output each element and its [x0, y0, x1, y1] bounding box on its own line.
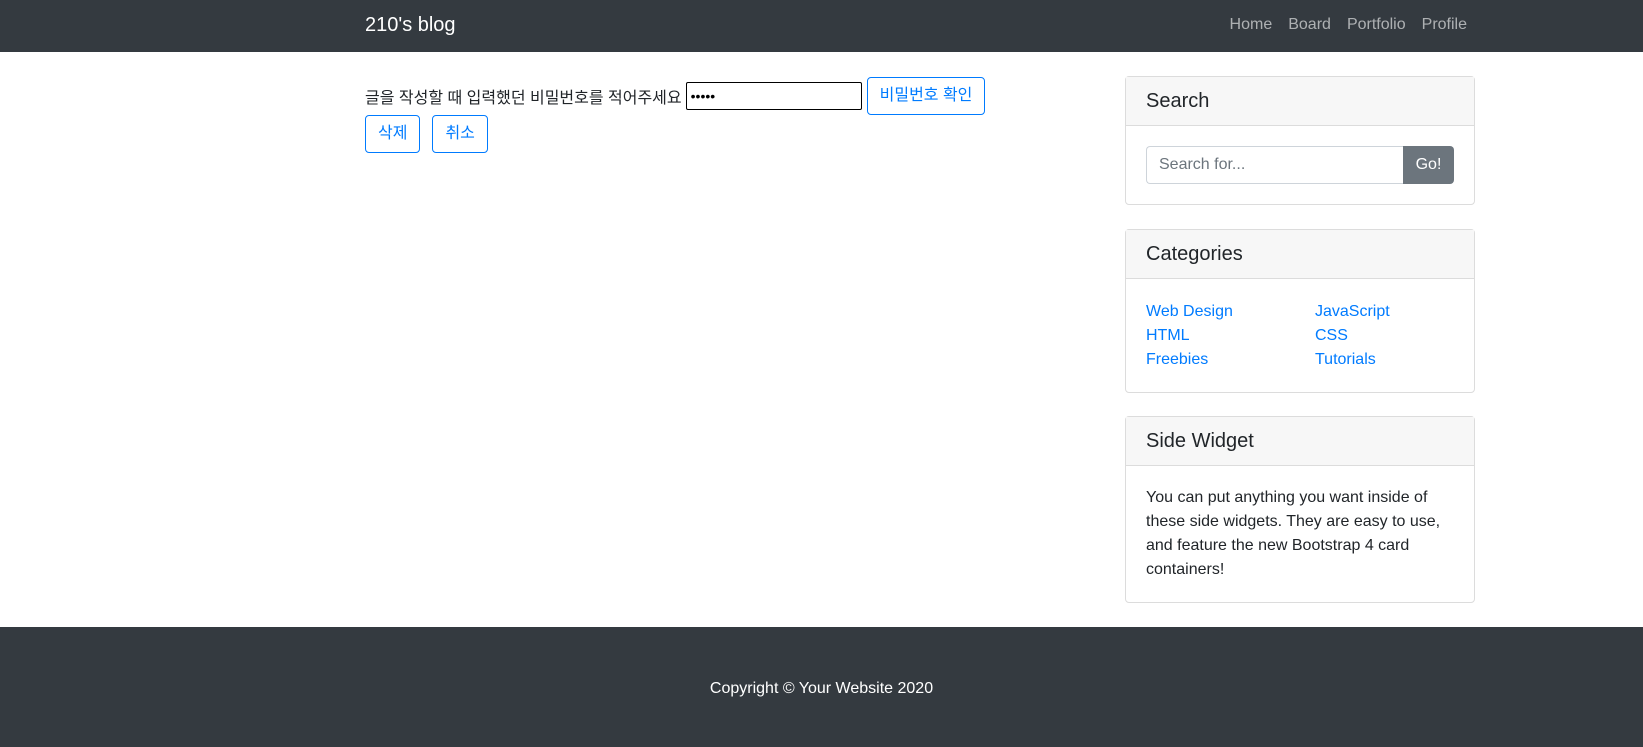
password-input[interactable] [685, 82, 862, 110]
nav-links: Home Board Portfolio Profile [1230, 14, 1467, 36]
delete-button[interactable]: 삭제 [365, 115, 421, 153]
confirm-password-button[interactable]: 비밀번호 확인 [866, 77, 986, 115]
category-link-tutorials[interactable]: Tutorials [1315, 348, 1455, 372]
password-row: 글을 작성할 때 입력했던 비밀번호를 적어주세요 비밀번호 확인 [365, 77, 1065, 115]
footer-copyright: Copyright © Your Website 2020 [709, 680, 934, 697]
categories-card-body: Web Design JavaScript HTML CSS Freebies … [1126, 279, 1474, 392]
footer: Copyright © Your Website 2020 [0, 627, 1643, 747]
brand-link[interactable]: 210's blog [365, 12, 456, 38]
search-input[interactable] [1146, 146, 1403, 184]
side-widget-text: You can put anything you want inside of … [1146, 489, 1441, 578]
search-group: Go! [1146, 146, 1454, 184]
category-link-html[interactable]: HTML [1146, 324, 1315, 348]
categories-list: Web Design JavaScript HTML CSS Freebies … [1146, 299, 1454, 372]
search-card: Search Go! [1125, 76, 1475, 205]
categories-card-title: Categories [1126, 230, 1474, 279]
category-link-web-design[interactable]: Web Design [1146, 300, 1315, 324]
main-content: 글을 작성할 때 입력했던 비밀번호를 적어주세요 비밀번호 확인 삭제 취소 [365, 77, 1065, 153]
password-prompt: 글을 작성할 때 입력했던 비밀번호를 적어주세요 [365, 90, 682, 107]
nav-link-home[interactable]: Home [1230, 14, 1273, 36]
side-widget-card: Side Widget You can put anything you wan… [1125, 416, 1475, 603]
search-card-body: Go! [1126, 126, 1474, 204]
top-navbar: 210's blog Home Board Portfolio Profile [0, 0, 1643, 52]
category-link-css[interactable]: CSS [1315, 324, 1455, 348]
nav-link-board[interactable]: Board [1288, 14, 1331, 36]
side-widget-title: Side Widget [1126, 417, 1474, 466]
search-go-button[interactable]: Go! [1403, 146, 1454, 184]
category-link-javascript[interactable]: JavaScript [1315, 300, 1455, 324]
categories-card: Categories Web Design JavaScript HTML CS… [1125, 229, 1475, 393]
nav-link-profile[interactable]: Profile [1422, 14, 1467, 36]
side-widget-body: You can put anything you want inside of … [1126, 466, 1474, 602]
action-row: 삭제 취소 [365, 115, 1065, 153]
category-link-freebies[interactable]: Freebies [1146, 348, 1315, 372]
nav-link-portfolio[interactable]: Portfolio [1347, 14, 1406, 36]
cancel-button[interactable]: 취소 [432, 115, 488, 153]
search-card-title: Search [1126, 77, 1474, 126]
